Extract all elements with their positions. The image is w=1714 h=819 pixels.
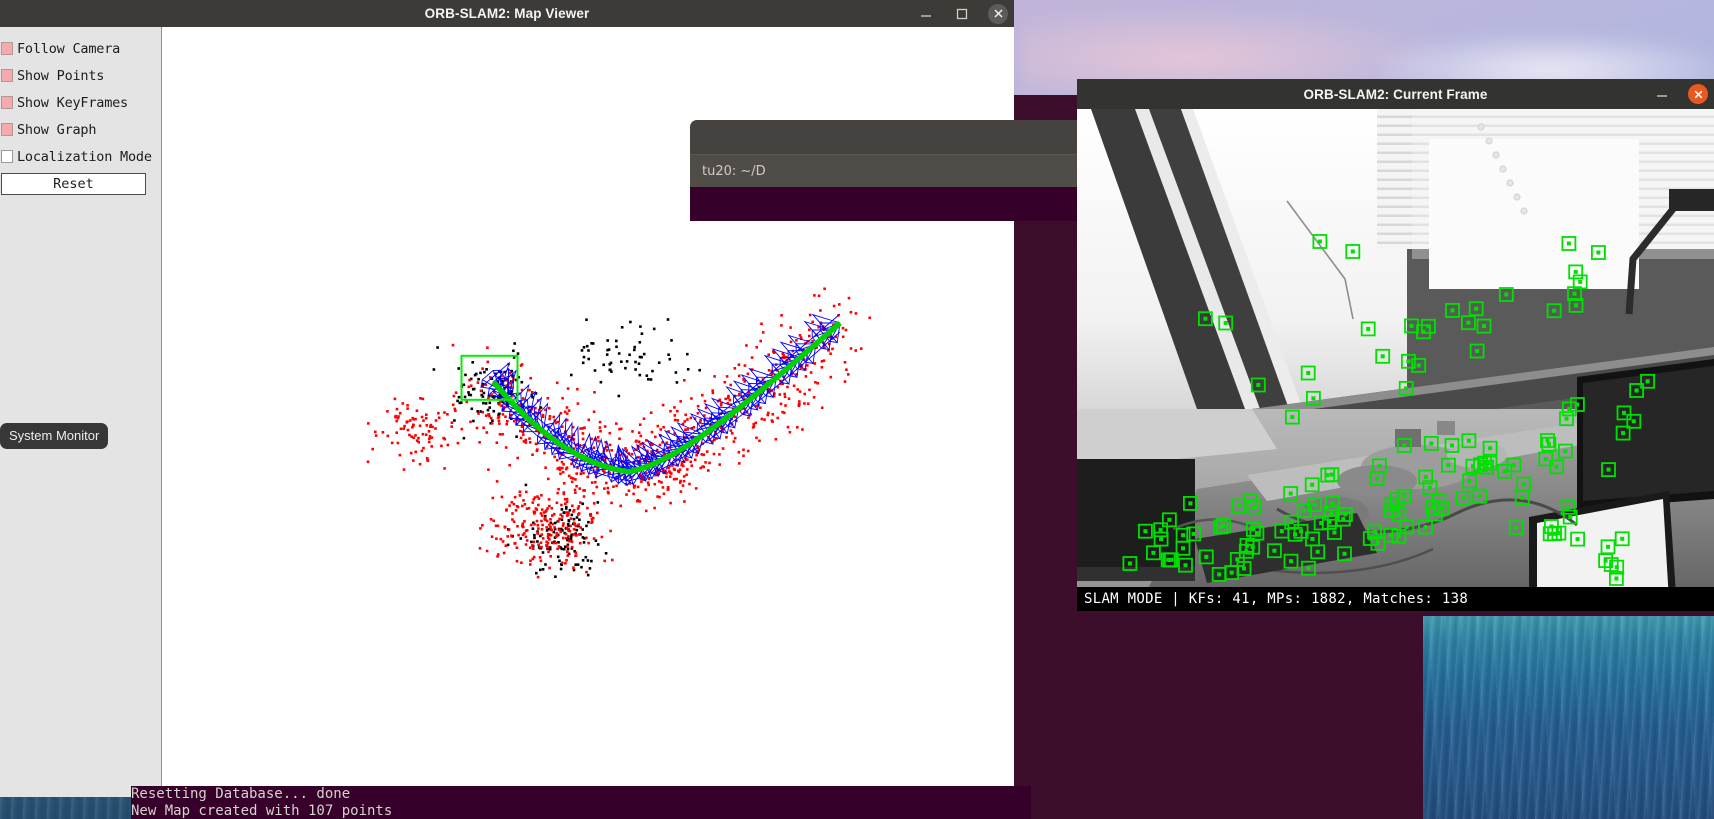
minimize-icon[interactable]	[1652, 84, 1672, 104]
checkbox-row-show-keyframes[interactable]: Show KeyFrames	[0, 89, 161, 116]
slam-status-bar: SLAM MODE | KFs: 41, MPs: 1882, Matches:…	[1077, 587, 1714, 611]
system-monitor-tooltip: System Monitor	[0, 423, 109, 449]
map-points-recent	[366, 287, 871, 579]
checkbox-show-graph[interactable]	[1, 123, 13, 136]
checkbox-label-follow-camera: Follow Camera	[17, 40, 121, 57]
checkbox-localization-mode[interactable]	[1, 150, 13, 163]
close-icon[interactable]	[988, 3, 1008, 24]
current-frame-viewport[interactable]: SLAM MODE | KFs: 41, MPs: 1882, Matches:…	[1077, 109, 1714, 611]
terminal-tab[interactable]: tu20: ~/D	[690, 155, 778, 187]
current-frame-titlebar[interactable]: ORB-SLAM2: Current Frame	[1077, 79, 1714, 109]
checkbox-label-show-points: Show Points	[17, 67, 105, 84]
minimize-icon[interactable]	[916, 4, 936, 24]
console-line: New Map created with 107 points	[131, 803, 393, 819]
current-frame-window[interactable]: ORB-SLAM2: Current Frame SLAM MODE | KFs…	[1077, 79, 1714, 611]
checkbox-show-points[interactable]	[1, 69, 13, 82]
checkbox-label-show-graph: Show Graph	[17, 121, 97, 138]
camera-image	[1077, 109, 1714, 611]
map-viewer-title: ORB-SLAM2: Map Viewer	[424, 6, 590, 21]
checkbox-row-show-points[interactable]: Show Points	[0, 62, 161, 89]
screen: tu20: ~/D ORB-SLAM2: Map Viewer Follow C…	[0, 0, 1714, 819]
checkbox-label-show-keyframes: Show KeyFrames	[17, 94, 128, 111]
checkbox-row-show-graph[interactable]: Show Graph	[0, 116, 161, 143]
checkbox-follow-camera[interactable]	[1, 42, 13, 55]
map-viewer-window-controls	[916, 0, 1008, 27]
reset-button[interactable]: Reset	[1, 173, 146, 195]
console-output: Resetting Database... done New Map creat…	[131, 786, 1031, 819]
console-line: Resetting Database... done	[131, 786, 351, 802]
current-frame-title: ORB-SLAM2: Current Frame	[1303, 86, 1488, 102]
checkbox-row-follow-camera[interactable]: Follow Camera	[0, 35, 161, 62]
current-frame-window-controls	[1652, 79, 1708, 109]
map-viewer-titlebar[interactable]: ORB-SLAM2: Map Viewer	[0, 0, 1014, 27]
checkbox-row-localization-mode[interactable]: Localization Mode	[0, 143, 161, 170]
map-viewer-control-panel: Follow Camera Show Points Show KeyFrames…	[0, 27, 162, 797]
ocean-image-right	[1423, 616, 1714, 819]
terminal-body	[690, 187, 1100, 221]
checkbox-show-keyframes[interactable]	[1, 96, 13, 109]
close-icon[interactable]	[1688, 84, 1708, 104]
checkbox-label-localization-mode: Localization Mode	[17, 148, 152, 165]
background-terminal-window[interactable]: tu20: ~/D	[690, 120, 1100, 221]
terminal-titlebar[interactable]	[690, 120, 1100, 154]
terminal-tabstrip[interactable]: tu20: ~/D	[690, 154, 1100, 187]
maximize-icon[interactable]	[952, 4, 972, 24]
